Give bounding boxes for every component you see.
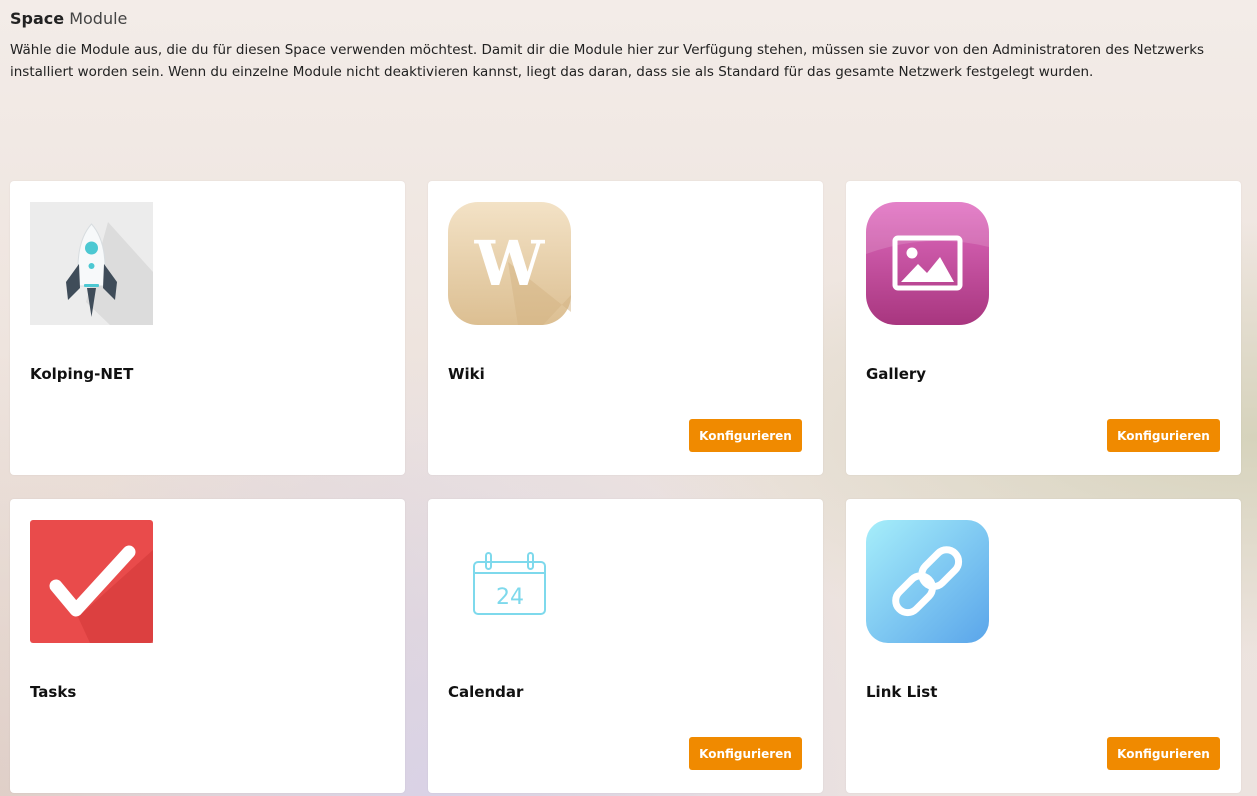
- configure-button[interactable]: Konfigurieren: [689, 737, 802, 770]
- module-card-link-list: Link List Konfigurieren: [846, 499, 1241, 793]
- wiki-icon: W: [448, 202, 571, 325]
- page-title: Space Module: [10, 8, 1245, 30]
- calendar-day-text: 24: [496, 585, 524, 610]
- configure-button[interactable]: Konfigurieren: [1107, 419, 1220, 452]
- svg-text:W: W: [474, 227, 546, 300]
- module-title: Gallery: [866, 365, 927, 383]
- page-header: Space Module Wähle die Module aus, die d…: [10, 8, 1245, 83]
- module-card-tasks: Tasks: [10, 499, 405, 793]
- rocket-icon: [30, 202, 153, 325]
- page-description: Wähle die Module aus, die du für diesen …: [10, 42, 1205, 80]
- configure-button[interactable]: Konfigurieren: [689, 419, 802, 452]
- configure-button[interactable]: Konfigurieren: [1107, 737, 1220, 770]
- module-card-calendar: 24 Calendar Konfigurieren: [428, 499, 823, 793]
- module-card-kolping-net: Kolping-NET: [10, 181, 405, 475]
- module-title: Wiki: [448, 365, 485, 383]
- gallery-icon: [866, 202, 989, 325]
- checkmark-icon: [30, 520, 153, 643]
- module-title: Calendar: [448, 683, 524, 701]
- page-title-strong: Space: [10, 9, 65, 28]
- link-icon: [866, 520, 989, 643]
- module-title: Link List: [866, 683, 938, 701]
- module-card-wiki: W Wiki Konfigurieren: [428, 181, 823, 475]
- calendar-icon: 24: [448, 520, 571, 643]
- module-card-gallery: Gallery Konfigurieren: [846, 181, 1241, 475]
- page-title-light: Module: [69, 9, 128, 28]
- module-title: Tasks: [30, 683, 77, 701]
- module-title: Kolping-NET: [30, 365, 134, 383]
